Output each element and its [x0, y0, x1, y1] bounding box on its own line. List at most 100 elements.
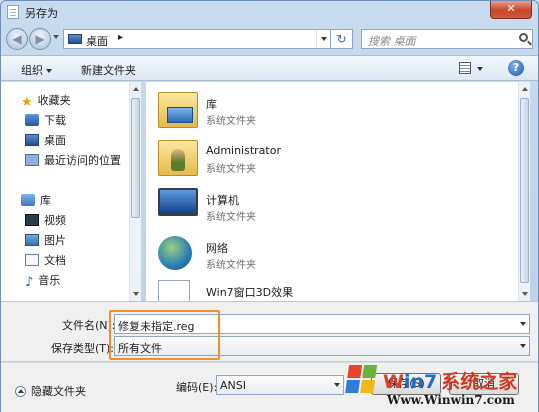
sidebar-item-label: 图片 — [44, 234, 66, 247]
video-icon — [25, 214, 39, 226]
encoding-label: 编码(E): — [176, 381, 218, 394]
encoding-select[interactable]: ANSI — [216, 375, 344, 395]
recent-pages-dropdown[interactable] — [53, 35, 59, 39]
list-item[interactable]: 计算机 系统文件夹 — [158, 184, 358, 232]
file-list: 库 系统文件夹 Administrator 系统文件夹 计算机 系统文件夹 网络… — [146, 82, 518, 301]
scroll-down-icon[interactable] — [522, 292, 528, 296]
network-icon — [158, 236, 192, 270]
sidebar-item-downloads[interactable]: 下载 — [25, 112, 66, 130]
sidebar-item-label: 视频 — [44, 214, 66, 227]
dialog-footer: 隐藏文件夹 编码(E): ANSI 保存(S) 取消 — [1, 362, 538, 412]
search-icon[interactable] — [519, 33, 528, 42]
file-type: 系统文件夹 — [206, 116, 256, 127]
filename-value: 修复未指定.reg — [118, 320, 195, 333]
chevron-down-icon — [334, 383, 340, 387]
address-dropdown-button[interactable] — [316, 30, 330, 48]
hide-folders-button[interactable]: 隐藏文件夹 — [15, 383, 86, 399]
list-item[interactable]: Administrator 系统文件夹 — [158, 136, 358, 184]
desktop-icon — [68, 34, 82, 44]
hide-folders-label: 隐藏文件夹 — [31, 385, 86, 398]
sidebar-item-label: 音乐 — [38, 274, 61, 287]
change-view-icon[interactable] — [459, 62, 471, 74]
view-options-dropdown[interactable] — [477, 67, 483, 71]
forward-button[interactable]: ▶ — [29, 28, 51, 50]
back-button[interactable]: ◀ — [6, 28, 28, 50]
breadcrumb-desktop[interactable]: 桌面 — [86, 33, 108, 49]
list-item[interactable]: 网络 系统文件夹 — [158, 232, 358, 280]
user-folder-icon — [158, 140, 198, 176]
file-type: 系统文件夹 — [206, 212, 256, 223]
sidebar-item-videos[interactable]: 视频 — [25, 212, 66, 230]
sidebar-item-recent-places[interactable]: 最近访问的位置 — [25, 152, 121, 170]
file-name: Win7窗口3D效果 — [206, 286, 294, 299]
scroll-down-icon[interactable] — [133, 292, 139, 296]
sidebar-item-desktop[interactable]: 桌面 — [25, 132, 66, 150]
sidebar-item-favorites[interactable]: ★ 收藏夹 — [21, 92, 71, 110]
file-type: 系统文件夹 — [206, 164, 256, 175]
save-button[interactable]: 保存(S) — [371, 373, 441, 395]
navigation-pane-scrollbar[interactable] — [129, 82, 141, 301]
filetype-label: 保存类型(T): — [51, 342, 115, 355]
collapse-icon — [15, 386, 26, 397]
sidebar-item-label: 库 — [40, 194, 51, 207]
file-name: 库 — [206, 98, 217, 111]
list-item[interactable]: Win7窗口3D效果 — [158, 276, 358, 301]
sidebar-item-libraries[interactable]: 库 — [21, 192, 51, 210]
computer-icon — [158, 188, 198, 216]
sidebar-item-pictures[interactable]: 图片 — [25, 232, 66, 250]
star-icon: ★ — [21, 95, 33, 110]
scroll-up-icon[interactable] — [522, 87, 528, 91]
new-folder-button[interactable]: 新建文件夹 — [81, 62, 136, 78]
address-bar[interactable]: 桌面 ▸ — [63, 29, 331, 49]
file-name: 计算机 — [206, 194, 239, 207]
chevron-down-icon — [46, 69, 52, 73]
navigation-pane: ★ 收藏夹 下载 桌面 最近访问的位置 库 视频 图片 文档 ♪ 音乐 — [1, 82, 141, 301]
title-bar: 另存为 ✕ — [1, 1, 538, 23]
cancel-button[interactable]: 取消 — [449, 373, 519, 395]
pictures-icon — [25, 234, 39, 246]
library-icon — [21, 194, 35, 206]
encoding-value: ANSI — [220, 379, 246, 392]
save-options-form: 文件名(N): 修复未指定.reg 保存类型(T): 所有文件 — [1, 301, 538, 361]
document-icon — [158, 280, 190, 301]
music-icon: ♪ — [25, 275, 34, 290]
search-placeholder: 搜索 桌面 — [368, 35, 416, 48]
sidebar-item-label: 文档 — [44, 254, 66, 267]
file-name: Administrator — [206, 144, 281, 157]
filetype-select[interactable]: 所有文件 — [114, 336, 530, 356]
chevron-down-icon[interactable] — [520, 344, 526, 348]
save-as-dialog: 另存为 ✕ ◀ ▶ 桌面 ▸ ↻ 搜索 桌面 组织 新建文件夹 ? ★ 收藏夹 — [0, 0, 539, 412]
file-type: 系统文件夹 — [206, 260, 256, 271]
sidebar-item-label: 桌面 — [44, 134, 66, 147]
chevron-down-icon[interactable] — [520, 322, 526, 326]
documents-icon — [25, 254, 39, 266]
sidebar-item-music[interactable]: ♪ 音乐 — [25, 272, 60, 290]
filename-field[interactable]: 修复未指定.reg — [114, 314, 530, 334]
scrollbar-thumb[interactable] — [520, 98, 529, 283]
libraries-folder-icon — [158, 92, 198, 128]
scroll-up-icon[interactable] — [133, 87, 139, 91]
filetype-value: 所有文件 — [118, 342, 162, 355]
window-title: 另存为 — [25, 7, 58, 20]
download-icon — [25, 114, 39, 126]
breadcrumb-chevron-icon[interactable]: ▸ — [118, 32, 123, 43]
search-input[interactable]: 搜索 桌面 — [361, 29, 533, 49]
organize-label: 组织 — [21, 64, 43, 77]
navigation-bar: ◀ ▶ 桌面 ▸ ↻ 搜索 桌面 — [1, 23, 538, 53]
organize-button[interactable]: 组织 — [21, 62, 52, 78]
sidebar-item-label: 收藏夹 — [37, 94, 71, 107]
desktop-icon — [25, 134, 39, 146]
sidebar-item-label: 下载 — [44, 114, 66, 127]
help-icon[interactable]: ? — [508, 60, 524, 76]
refresh-button[interactable]: ↻ — [331, 29, 353, 49]
command-toolbar: 组织 新建文件夹 ? — [1, 55, 538, 81]
sidebar-item-label: 最近访问的位置 — [44, 154, 121, 167]
recent-places-icon — [25, 154, 39, 166]
list-item[interactable]: 库 系统文件夹 — [158, 88, 358, 136]
file-name: 网络 — [206, 242, 228, 255]
sidebar-item-documents[interactable]: 文档 — [25, 252, 66, 270]
file-list-scrollbar[interactable] — [518, 82, 530, 301]
close-button[interactable]: ✕ — [490, 1, 532, 19]
scrollbar-thumb[interactable] — [131, 98, 140, 218]
notepad-icon — [7, 5, 19, 19]
